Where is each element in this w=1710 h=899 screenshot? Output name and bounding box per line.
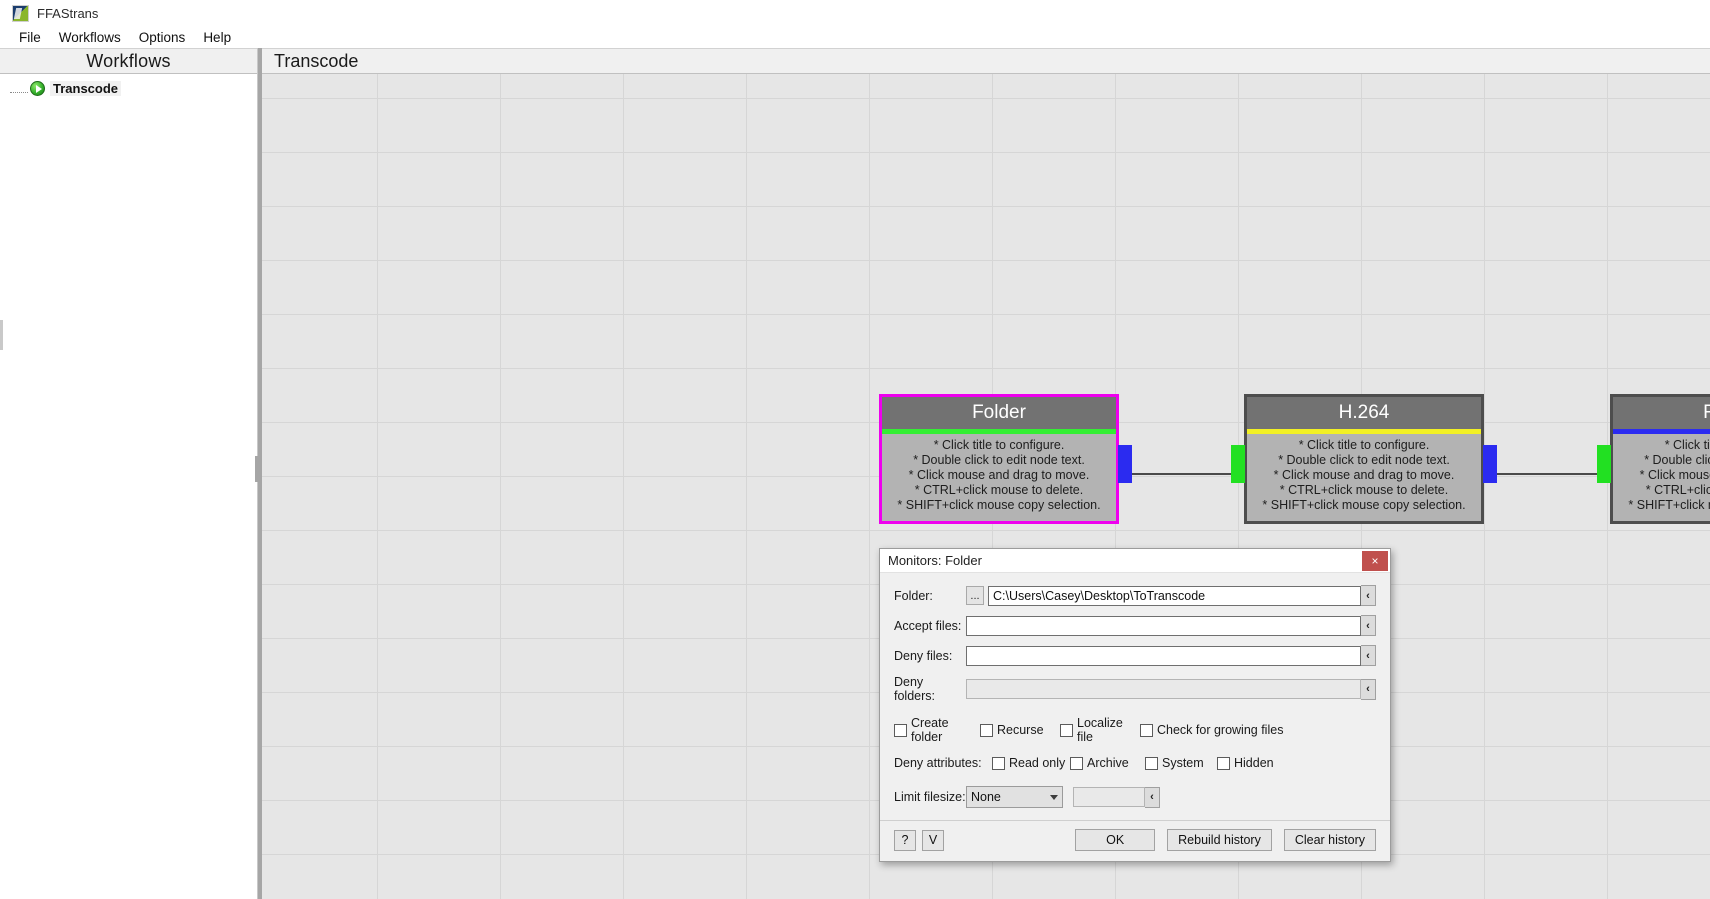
- checkbox-label: Create folder: [911, 716, 949, 744]
- window-edge-marker: [0, 320, 3, 350]
- deny-folders-history-button[interactable]: ‹: [1361, 678, 1376, 700]
- menu-workflows[interactable]: Workflows: [50, 28, 130, 47]
- checkbox-label: Read only: [1009, 756, 1066, 770]
- folder-label: Folder:: [894, 588, 933, 603]
- checkbox-label: Check for growing files: [1157, 723, 1284, 737]
- checkbox-box: [1060, 723, 1073, 737]
- ok-button[interactable]: OK: [1075, 829, 1156, 851]
- node-title[interactable]: H.264: [1247, 397, 1481, 429]
- link-folder-to-h264: [1119, 473, 1242, 475]
- folder-input[interactable]: [988, 585, 1361, 606]
- chevron-down-icon: [1050, 794, 1058, 800]
- dialog-titlebar: Monitors: Folder ×: [880, 549, 1390, 573]
- checkbox-label: System: [1162, 756, 1204, 770]
- checkbox-localize-file[interactable]: Localize file: [1060, 716, 1140, 744]
- tab-transcode[interactable]: Transcode: [274, 51, 358, 72]
- checkbox-check-growing-files[interactable]: Check for growing files: [1140, 723, 1283, 737]
- monitors-folder-dialog: Monitors: Folder × Folder: ... ‹ Accept …: [879, 548, 1391, 862]
- workflow-node-h264[interactable]: H.264 * Click title to configure. * Doub…: [1231, 394, 1497, 524]
- menu-help[interactable]: Help: [194, 28, 240, 47]
- field-row-deny-files: Deny files: ‹: [894, 645, 1376, 666]
- window-titlebar: FFAStrans: [0, 0, 1710, 26]
- workflow-node-folder-input[interactable]: Folder * Click title to configure. * Dou…: [879, 394, 1132, 524]
- checkbox-box: [980, 723, 993, 737]
- dialog-footer: ? V OK Rebuild history Clear history: [880, 820, 1390, 861]
- checkbox-label: Archive: [1087, 756, 1129, 770]
- accept-files-label: Accept files:: [894, 618, 962, 633]
- checkbox-hidden[interactable]: Hidden: [1217, 756, 1274, 770]
- deny-attributes-row: Deny attributes: Read only Archive Syste…: [894, 756, 1376, 770]
- app-logo-icon: [12, 4, 29, 22]
- node-help-text: * Click title to configure. * Double cli…: [1262, 438, 1466, 512]
- deny-folders-label: Deny folders:: [894, 675, 935, 703]
- canvas-panel: Transcode Folder * Click title to config…: [262, 48, 1710, 899]
- workflow-canvas[interactable]: Folder * Click title to configure. * Dou…: [262, 74, 1710, 899]
- checkbox-label: Localize file: [1077, 716, 1123, 744]
- node-output-port[interactable]: [1118, 445, 1132, 483]
- deny-files-history-button[interactable]: ‹: [1361, 645, 1376, 666]
- limit-filesize-row: Limit filesize: None ‹: [894, 786, 1376, 808]
- browse-folder-button[interactable]: ...: [966, 586, 984, 605]
- field-row-accept-files: Accept files: ‹: [894, 615, 1376, 636]
- checkbox-recurse[interactable]: Recurse: [980, 723, 1060, 737]
- sidebar-item-transcode[interactable]: Transcode: [0, 78, 257, 98]
- workflows-tree: Transcode: [0, 74, 257, 899]
- accept-files-input[interactable]: [966, 615, 1361, 636]
- field-row-folder: Folder: ... ‹: [894, 585, 1376, 606]
- checkbox-system[interactable]: System: [1145, 756, 1217, 770]
- limit-filesize-history-button[interactable]: ‹: [1145, 786, 1160, 808]
- workflows-sidebar: Workflows Transcode: [0, 48, 258, 899]
- options-checkbox-row: Create folder Recurse Localize file Chec…: [894, 716, 1376, 744]
- checkbox-box: [1140, 723, 1153, 737]
- sidebar-item-label: Transcode: [50, 80, 122, 96]
- play-icon: [30, 80, 45, 96]
- dialog-body: Folder: ... ‹ Accept files: ‹ Deny files…: [880, 573, 1390, 820]
- app-title: FFAStrans: [37, 5, 99, 21]
- workflow-node-folder-output[interactable]: Folder * Click title to configure. * Dou…: [1597, 394, 1710, 524]
- node-output-port[interactable]: [1483, 445, 1497, 483]
- node-title[interactable]: Folder: [882, 397, 1116, 429]
- node-title[interactable]: Folder: [1613, 397, 1710, 429]
- help-button[interactable]: ?: [894, 829, 916, 851]
- field-row-deny-folders: Deny folders: ‹: [894, 675, 1376, 703]
- close-icon[interactable]: ×: [1362, 550, 1388, 571]
- checkbox-box: [992, 756, 1005, 770]
- limit-filesize-select[interactable]: None: [966, 786, 1063, 808]
- main-body: Workflows Transcode Transcode Folder * C…: [0, 48, 1710, 899]
- checkbox-create-folder[interactable]: Create folder: [894, 716, 980, 744]
- checkbox-read-only[interactable]: Read only: [992, 756, 1070, 770]
- deny-files-label: Deny files:: [894, 648, 953, 663]
- variables-button[interactable]: V: [922, 829, 944, 851]
- deny-attributes-label: Deny attributes:: [894, 756, 982, 770]
- node-help-text: * Click title to configure. * Double cli…: [1628, 438, 1710, 512]
- menu-file[interactable]: File: [10, 28, 50, 47]
- limit-filesize-input[interactable]: [1073, 787, 1145, 807]
- deny-files-input[interactable]: [966, 645, 1361, 666]
- link-h264-to-folder: [1484, 473, 1611, 475]
- folder-history-button[interactable]: ‹: [1361, 585, 1376, 606]
- deny-folders-input[interactable]: [966, 679, 1361, 699]
- node-input-port[interactable]: [1597, 445, 1611, 483]
- menubar: File Workflows Options Help: [0, 26, 1710, 48]
- workflow-tab-bar: Transcode: [262, 48, 1710, 74]
- accept-files-history-button[interactable]: ‹: [1361, 615, 1376, 636]
- menu-options[interactable]: Options: [130, 28, 195, 47]
- node-input-port[interactable]: [1231, 445, 1245, 483]
- checkbox-box: [1070, 756, 1083, 770]
- clear-history-button[interactable]: Clear history: [1283, 829, 1376, 851]
- tree-connector: [10, 84, 28, 93]
- workflows-header: Workflows: [0, 48, 257, 74]
- checkbox-box: [894, 723, 907, 737]
- node-help-text: * Click title to configure. * Double cli…: [897, 438, 1101, 512]
- rebuild-history-button[interactable]: Rebuild history: [1167, 829, 1272, 851]
- checkbox-label: Recurse: [997, 723, 1044, 737]
- dialog-title: Monitors: Folder: [888, 553, 982, 568]
- limit-filesize-label: Limit filesize:: [894, 790, 966, 804]
- limit-filesize-value: None: [971, 790, 1001, 804]
- checkbox-archive[interactable]: Archive: [1070, 756, 1145, 770]
- checkbox-label: Hidden: [1234, 756, 1274, 770]
- checkbox-box: [1145, 756, 1158, 770]
- checkbox-box: [1217, 756, 1230, 770]
